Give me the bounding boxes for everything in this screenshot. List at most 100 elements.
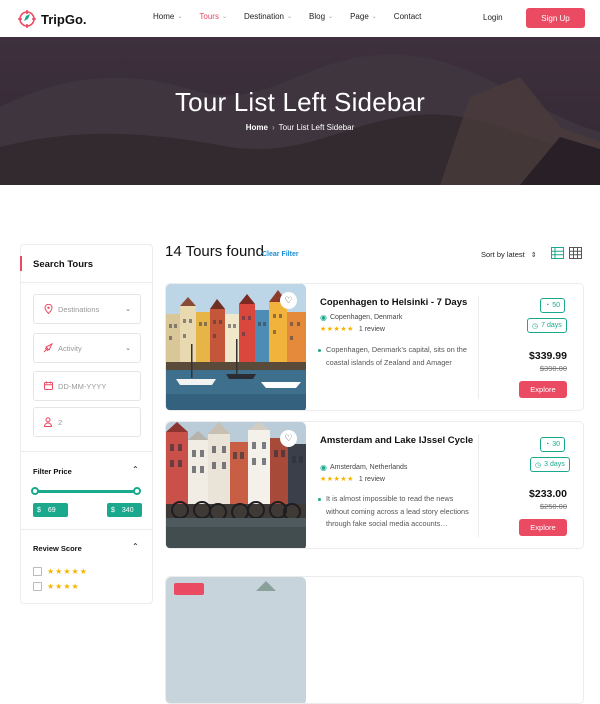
compass-logo-icon — [17, 9, 37, 29]
review-score-label: Review Score — [33, 544, 82, 553]
tour-image-amsterdam[interactable]: ♡ — [166, 422, 306, 548]
login-link[interactable]: Login — [483, 13, 503, 22]
sidebar-title: Search Tours — [33, 259, 94, 270]
nav-label: Destination — [243, 12, 284, 21]
price-min-value: 69 — [47, 506, 56, 514]
hero-banner: Tour List Left Sidebar Home › Tour List Le… — [0, 37, 600, 185]
breadcrumb-home[interactable]: Home — [246, 123, 268, 132]
divider — [21, 529, 152, 530]
nav-label: Contact — [393, 12, 422, 21]
tour-image[interactable] — [166, 577, 306, 703]
map-pin-icon — [43, 303, 53, 315]
duration-value: 3 days — [544, 461, 565, 468]
price-slider-max-handle[interactable] — [133, 487, 141, 495]
people-icon: ◔ — [545, 302, 550, 309]
clock-icon: ◷ — [535, 461, 542, 469]
checkbox[interactable] — [33, 567, 42, 576]
tour-old-price: $390.00 — [539, 364, 567, 373]
chevron-down-icon: ⌄ — [371, 14, 377, 20]
activity-select[interactable]: Activity ⌄ — [33, 333, 141, 363]
map-pin-icon: ◉ — [320, 463, 327, 472]
tour-rating: ★★★★★ 1 review — [320, 475, 385, 484]
nav-item-contact[interactable]: Contact — [394, 12, 422, 21]
clock-icon: ◷ — [532, 322, 539, 330]
breadcrumb: Home › Tour List Left Sidebar — [0, 123, 600, 132]
tour-location: ◉ Amsterdam, Netherlands — [320, 463, 407, 472]
nav-label: Blog — [309, 12, 326, 21]
tour-rating: ★★★★★ 1 review — [320, 325, 385, 334]
people-value: 30 — [552, 441, 561, 448]
nav-label: Page — [350, 12, 369, 21]
page-title: Tour List Left Sidebar — [174, 87, 426, 117]
filter-price-label: Filter Price — [33, 467, 72, 476]
chevron-down-icon: ⌄ — [125, 306, 131, 313]
accent-bar — [20, 256, 22, 271]
explore-button[interactable]: Explore — [519, 381, 567, 398]
list-view-icon[interactable] — [551, 247, 564, 259]
heart-icon[interactable]: ♡ — [280, 430, 297, 447]
grid-view-icon[interactable] — [569, 247, 582, 259]
tour-card — [165, 576, 584, 704]
price-slider-track[interactable] — [35, 490, 138, 493]
nav-item-tours[interactable]: Tours ⌄ — [199, 12, 227, 21]
divider — [478, 434, 479, 537]
site-header: TripGo. Home ⌄ Tours ⌄ Destination ⌄ Blog ⌄ … — [0, 0, 600, 37]
sort-arrows-icon: ⇕ — [530, 251, 537, 259]
nav-item-destination[interactable]: Destination ⌄ — [244, 12, 292, 21]
results-count: 14 Tours found — [165, 243, 264, 260]
people-value: 50 — [552, 302, 561, 309]
review-option-5[interactable]: ★★★★★ — [33, 567, 88, 576]
nav-item-home[interactable]: Home ⌄ — [153, 12, 182, 21]
guests-value: 2 — [58, 417, 63, 427]
explore-button[interactable]: Explore — [519, 519, 567, 536]
star-rating-icon: ★★★★★ — [320, 326, 354, 333]
destinations-select[interactable]: Destinations ⌄ — [33, 294, 141, 324]
chevron-down-icon: ⌄ — [221, 14, 227, 20]
tour-price: $233.00 — [529, 488, 567, 500]
chevron-up-icon[interactable]: ⌃ — [132, 542, 139, 551]
activity-placeholder: Activity — [58, 343, 82, 353]
sort-select[interactable]: Sort by latest ⇕ — [481, 250, 537, 259]
chevron-down-icon: ⌄ — [125, 345, 131, 352]
price-max-value: 340 — [121, 506, 134, 514]
calendar-icon — [43, 381, 53, 391]
nav-item-blog[interactable]: Blog ⌄ — [309, 12, 333, 21]
duration-badge: ◷ 7 days — [527, 318, 567, 333]
tour-title[interactable]: Copenhagen to Helsinki - 7 Days — [320, 297, 480, 309]
people-badge: ◔ 50 — [540, 298, 566, 313]
nav-label: Tours — [199, 12, 219, 21]
tour-description: It is almost impossible to read the news… — [318, 493, 469, 531]
tour-description: Copenhagen, Denmark's capital, sits on t… — [318, 344, 469, 369]
currency-symbol: $ — [37, 506, 41, 514]
tour-card: ♡ Copenhagen to Helsinki - 7 Days ◉ Copen… — [165, 283, 584, 411]
signup-button[interactable]: Sign Up — [526, 8, 585, 28]
chevron-up-icon[interactable]: ⌃ — [132, 465, 139, 474]
chevron-down-icon: ⌄ — [328, 14, 334, 20]
star-rating-icon: ★★★★★ — [320, 476, 354, 483]
tour-card: ♡ Amsterdam and Lake IJssel Cycle ◉ Amste… — [165, 421, 584, 549]
location-text: Copenhagen, Denmark — [329, 314, 403, 321]
price-slider-min-handle[interactable] — [31, 487, 39, 495]
guests-input[interactable]: 2 — [33, 407, 141, 437]
user-icon — [43, 417, 53, 427]
brand-name: TripGo. — [41, 11, 87, 27]
divider — [478, 296, 479, 399]
people-icon: ◔ — [545, 441, 550, 448]
heart-icon[interactable]: ♡ — [280, 292, 297, 309]
review-count: 1 review — [358, 325, 385, 333]
logo[interactable]: TripGo. — [17, 9, 87, 29]
review-count: 1 review — [358, 475, 385, 483]
clear-filter-link[interactable]: Clear Filter — [262, 251, 299, 258]
date-input[interactable]: DD-MM-YYYY — [33, 371, 141, 401]
tour-old-price: $250.00 — [539, 502, 567, 511]
tour-price: $339.99 — [529, 350, 567, 362]
price-max-badge: $340 — [107, 503, 142, 517]
tour-image-copenhagen[interactable]: ♡ — [166, 284, 306, 410]
tour-title[interactable]: Amsterdam and Lake IJssel Cycle — [320, 435, 480, 447]
destinations-placeholder: Destinations — [58, 304, 100, 314]
people-badge: ◔ 30 — [540, 437, 566, 452]
currency-symbol: $ — [111, 506, 115, 514]
nav-item-page[interactable]: Page ⌄ — [350, 12, 377, 21]
breadcrumb-separator-icon: › — [271, 123, 275, 132]
duration-badge: ◷ 3 days — [530, 457, 570, 472]
